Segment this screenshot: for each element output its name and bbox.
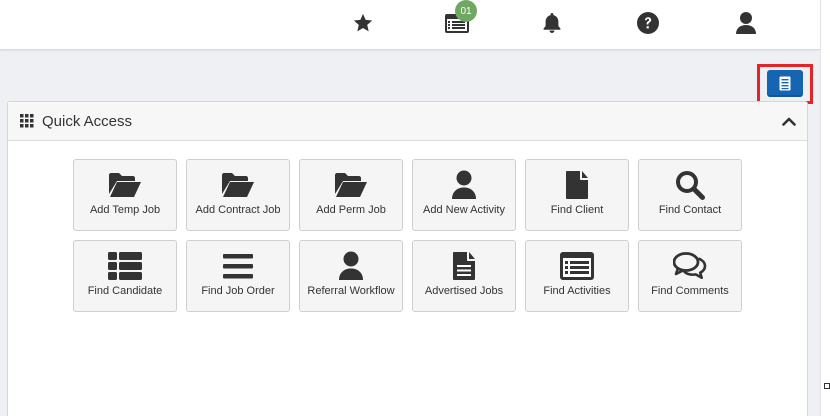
tile-referral-workflow[interactable]: Referral Workflow xyxy=(299,240,403,312)
tile-find-candidate[interactable]: Find Candidate xyxy=(73,240,177,312)
star-icon[interactable] xyxy=(348,10,378,36)
tile-label: Add Temp Job xyxy=(89,204,161,216)
tile-find-activities[interactable]: Find Activities xyxy=(525,240,629,312)
tile-advertised-jobs[interactable]: Advertised Jobs xyxy=(412,240,516,312)
tile-label: Find Candidate xyxy=(87,285,163,297)
tile-label: Find Comments xyxy=(651,285,729,297)
tile-label: Referral Workflow xyxy=(307,285,395,297)
comments-icon xyxy=(639,251,741,281)
top-navigation-bar: 01 xyxy=(0,0,820,50)
search-icon xyxy=(639,170,741,200)
tile-find-client[interactable]: Find Client xyxy=(525,159,629,231)
bell-icon[interactable] xyxy=(537,10,567,36)
bars-icon xyxy=(187,251,289,281)
list-alt-icon xyxy=(526,251,628,281)
user-icon xyxy=(413,170,515,200)
collapse-button[interactable] xyxy=(781,113,797,129)
tile-label: Find Job Order xyxy=(201,285,275,297)
folder-open-icon xyxy=(300,170,402,200)
chevron-up-icon xyxy=(782,117,796,126)
document-icon xyxy=(779,76,791,91)
tile-label: Advertised Jobs xyxy=(424,285,504,297)
tile-add-new-activity[interactable]: Add New Activity xyxy=(412,159,516,231)
tile-label: Add Contract Job xyxy=(195,204,281,216)
file-text-icon xyxy=(413,251,515,281)
panel-title: Quick Access xyxy=(42,112,133,130)
tile-label: Find Activities xyxy=(543,285,611,297)
tile-find-comments[interactable]: Find Comments xyxy=(638,240,742,312)
tile-find-contact[interactable]: Find Contact xyxy=(638,159,742,231)
user-icon xyxy=(300,251,402,281)
folder-open-icon xyxy=(187,170,289,200)
tile-label: Find Contact xyxy=(658,204,722,216)
tile-label: Find Client xyxy=(550,204,604,216)
tile-add-perm-job[interactable]: Add Perm Job xyxy=(299,159,403,231)
file-icon xyxy=(526,170,628,200)
document-view-button[interactable] xyxy=(767,70,803,97)
list-thick-icon xyxy=(74,251,176,281)
notification-count-badge: 01 xyxy=(455,0,477,22)
user-icon[interactable] xyxy=(731,10,761,36)
resize-handle[interactable] xyxy=(824,383,830,389)
tile-label: Add Perm Job xyxy=(316,204,386,216)
scrollbar[interactable] xyxy=(820,0,830,416)
quick-access-header: Quick Access xyxy=(8,102,807,141)
tile-label: Add New Activity xyxy=(423,204,505,216)
tile-add-contract-job[interactable]: Add Contract Job xyxy=(186,159,290,231)
help-icon[interactable] xyxy=(633,10,663,36)
grid-icon xyxy=(20,114,34,128)
tile-find-job-order[interactable]: Find Job Order xyxy=(186,240,290,312)
folder-open-icon xyxy=(74,170,176,200)
tile-add-temp-job[interactable]: Add Temp Job xyxy=(73,159,177,231)
